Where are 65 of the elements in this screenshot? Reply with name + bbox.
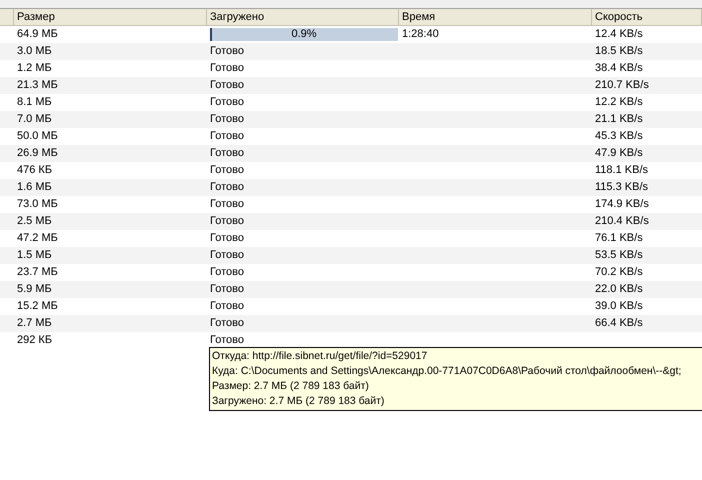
table-cell-text: Готово bbox=[210, 180, 244, 195]
table-cell: 1:28:40 bbox=[402, 28, 439, 40]
table-cell: 12.2 KB/s bbox=[595, 96, 643, 108]
table-cell-text: Готово bbox=[210, 214, 244, 229]
tooltip-line: Откуда: http://file.sibnet.ru/get/file/?id=529017 bbox=[212, 349, 428, 364]
table-cell: 118.1 KB/s bbox=[595, 164, 648, 176]
table-cell-text: Готово bbox=[210, 112, 244, 127]
table-cell-text: Готово bbox=[210, 78, 244, 93]
table-cell-text: Готово bbox=[210, 231, 244, 246]
table-cell: 1.5 МБ bbox=[17, 249, 52, 261]
table-cell: 115.3 KB/s bbox=[595, 181, 648, 193]
table-cell-text: Готово bbox=[210, 333, 244, 348]
table-cell: 45.3 KB/s bbox=[595, 130, 643, 142]
table-cell: 1.6 МБ bbox=[17, 181, 52, 193]
table-cell-text: Готово bbox=[210, 163, 244, 178]
table-cell: 21.3 МБ bbox=[17, 79, 58, 91]
column-header[interactable]: Скорость bbox=[592, 9, 702, 25]
table-cell: 21.1 KB/s bbox=[595, 113, 643, 125]
table-cell: 70.2 KB/s bbox=[595, 266, 643, 278]
table-cell: 64.9 МБ bbox=[17, 28, 58, 40]
table-cell: 292 КБ bbox=[17, 334, 52, 346]
table-cell: 210.4 KB/s bbox=[595, 215, 649, 227]
table-cell: 210.7 KB/s bbox=[595, 79, 649, 91]
tooltip-line: Загружено: 2.7 МБ (2 789 183 байт) bbox=[212, 394, 386, 409]
table-cell: 2.5 МБ bbox=[17, 215, 52, 227]
table-cell: 73.0 МБ bbox=[17, 198, 58, 210]
tooltip-line: Размер: 2.7 МБ (2 789 183 байт) bbox=[212, 379, 370, 394]
table-cell: 38.4 KB/s bbox=[595, 62, 643, 74]
table-cell-text: Готово bbox=[210, 265, 244, 280]
table-cell: 47.9 KB/s bbox=[595, 147, 643, 159]
table-cell: 53.5 KB/s bbox=[595, 249, 643, 261]
table-cell-text: Готово bbox=[210, 299, 244, 314]
table-cell: 23.7 МБ bbox=[17, 266, 58, 278]
table-cell-text: Готово bbox=[210, 316, 244, 331]
table-cell: 2.7 МБ bbox=[17, 317, 52, 329]
table-cell: 47.2 МБ bbox=[17, 232, 58, 244]
table-cell-text: Готово bbox=[210, 282, 244, 297]
table-cell: 8.1 МБ bbox=[17, 96, 52, 108]
table-cell: 15.2 МБ bbox=[17, 300, 58, 312]
table-cell: 476 КБ bbox=[17, 164, 52, 176]
table-cell-text: Готово bbox=[210, 61, 244, 76]
table-cell: 174.9 KB/s bbox=[595, 198, 649, 210]
table-cell: 76.1 KB/s bbox=[595, 232, 643, 244]
table-cell: 18.5 KB/s bbox=[595, 45, 643, 57]
tooltip-line: Куда: C:\Documents and Settings\Александр.00-771A07C0D6A8\Рабочий стол\файлообмен\--&gt; bbox=[212, 364, 682, 379]
table-cell-text: Готово bbox=[210, 197, 244, 212]
table-cell-text: Готово bbox=[210, 44, 244, 59]
table-cell: 5.9 МБ bbox=[17, 283, 52, 295]
table-cell: 26.9 МБ bbox=[17, 147, 58, 159]
table-cell: 1.2 МБ bbox=[17, 62, 52, 74]
table-cell-text: Готово bbox=[210, 248, 244, 263]
table-cell-text: Готово bbox=[210, 95, 244, 110]
table-cell: 39.0 KB/s bbox=[595, 300, 643, 312]
column-header[interactable]: Размер bbox=[14, 9, 207, 25]
table-cell: 12.4 KB/s bbox=[595, 28, 643, 40]
column-header[interactable]: Загружено bbox=[207, 9, 399, 25]
column-header[interactable]: Время bbox=[399, 9, 592, 25]
table-cell: 50.0 МБ bbox=[17, 130, 58, 142]
table-cell: 66.4 KB/s bbox=[595, 317, 643, 329]
progress-percent: 0.9% bbox=[291, 28, 317, 41]
table-cell-text: Готово bbox=[210, 146, 244, 161]
table-cell: 7.0 МБ bbox=[17, 113, 52, 125]
table-cell: 3.0 МБ bbox=[17, 45, 52, 57]
table-cell-text: Готово bbox=[210, 129, 244, 144]
table-cell: 22.0 KB/s bbox=[595, 283, 643, 295]
